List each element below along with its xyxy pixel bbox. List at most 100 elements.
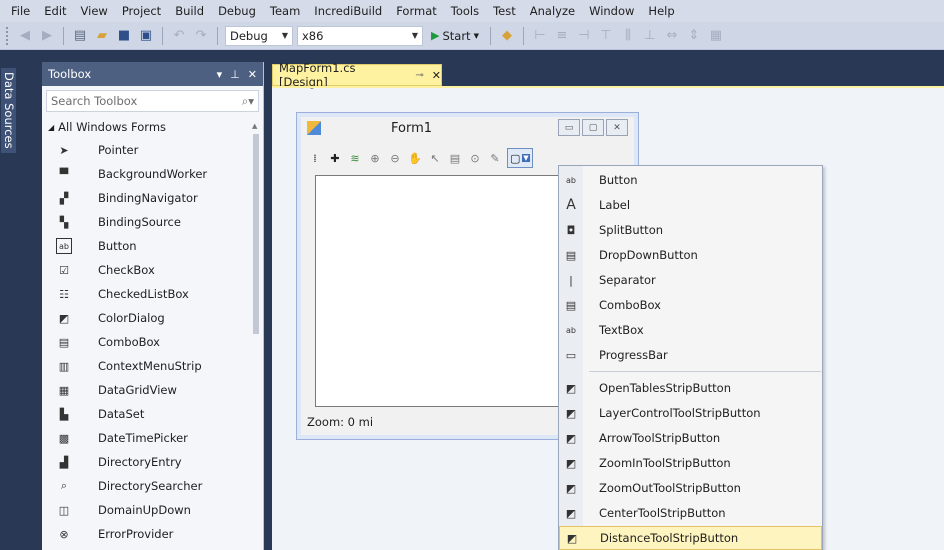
separator-icon: | (569, 273, 573, 287)
pin-icon[interactable]: ⊸ (415, 70, 423, 81)
align-bottoms-icon[interactable]: ⊥ (641, 27, 659, 45)
save-icon[interactable]: ■ (115, 27, 133, 45)
toolbox-item-directoryentry[interactable]: ▟ DirectoryEntry (42, 450, 263, 474)
toolbox-search-input[interactable]: Search Toolbox ⌕▾ (46, 90, 259, 112)
close-icon[interactable]: ✕ (248, 68, 257, 81)
toolbox-scrollbar[interactable]: ▲ (251, 122, 261, 542)
menu-view[interactable]: View (74, 0, 115, 22)
undo-icon[interactable]: ↶ (170, 27, 188, 45)
new-project-icon[interactable]: ▤ (71, 27, 89, 45)
align-lefts-icon[interactable]: ⊢ (531, 27, 549, 45)
toolbox-item-backgroundworker[interactable]: ▀ BackgroundWorker (42, 162, 263, 186)
map-control[interactable] (315, 175, 563, 407)
menu-format[interactable]: Format (389, 0, 444, 22)
zoom-in-icon[interactable]: ⊕ (367, 150, 383, 166)
dropdown-item-splitbutton[interactable]: ◘ SplitButton (559, 218, 822, 242)
dropdown-item-button[interactable]: ab Button (559, 168, 822, 192)
layer-control-icon[interactable]: ≋ (347, 150, 363, 166)
start-button[interactable]: ▶ Start ▼ (427, 29, 483, 43)
align-centers-icon[interactable]: ≡ (553, 27, 571, 45)
search-icon[interactable]: ⌕▾ (242, 94, 254, 109)
align-tops-icon[interactable]: ⊤ (597, 27, 615, 45)
dropdown-item-opentablesstripbutton[interactable]: ◩ OpenTablesStripButton (559, 376, 822, 400)
menu-tools[interactable]: Tools (444, 0, 486, 22)
toolbox-item-datagridview[interactable]: ▦ DataGridView (42, 378, 263, 402)
open-tables-icon[interactable]: ✚ (327, 150, 343, 166)
toolbox-item-bindingsource[interactable]: ▚ BindingSource (42, 210, 263, 234)
dropdown-item-centertoolstripbutton[interactable]: ◩ CenterToolStripButton (559, 501, 822, 525)
pan-icon[interactable]: ✋ (407, 150, 423, 166)
menu-build[interactable]: Build (168, 0, 211, 22)
dropdown-item-label: ZoomOutToolStripButton (599, 481, 741, 495)
dropdown-item-textbox[interactable]: ab TextBox (559, 318, 822, 342)
menu-test[interactable]: Test (486, 0, 523, 22)
dropdown-item-separator[interactable]: | Separator (559, 268, 822, 292)
save-all-icon[interactable]: ▣ (137, 27, 155, 45)
toolbox-item-contextmenustrip[interactable]: ▥ ContextMenuStrip (42, 354, 263, 378)
dropdown-item-zoomintoolstripbutton[interactable]: ◩ ZoomInToolStripButton (559, 451, 822, 475)
menu-analyze[interactable]: Analyze (523, 0, 582, 22)
add-toolstrip-item-button[interactable]: ▢ ▼ (507, 148, 533, 168)
menu-incredibuild[interactable]: IncrediBuild (307, 0, 389, 22)
center-tool-icon[interactable]: ⊙ (467, 150, 483, 166)
toolbox-item-bindingnavigator[interactable]: ▞ BindingNavigator (42, 186, 263, 210)
dropdown-item-label: Button (599, 173, 638, 187)
menu-help[interactable]: Help (641, 0, 681, 22)
dropdown-item-label[interactable]: A Label (559, 193, 822, 217)
toolstrip-grip-icon[interactable]: ⁞ (307, 150, 323, 166)
scroll-up-icon[interactable]: ▲ (252, 122, 257, 130)
window-position-icon[interactable]: ▾ (217, 68, 223, 81)
toolbar-grip[interactable] (6, 26, 10, 45)
solution-configuration-combo[interactable]: Debug ▼ (225, 25, 293, 46)
close-icon[interactable]: ✕ (606, 119, 628, 136)
ruler-tool-icon[interactable]: ✎ (487, 150, 503, 166)
toolbox-item-colordialog[interactable]: ◩ ColorDialog (42, 306, 263, 330)
dropdown-item-layercontroltoolstripbutton[interactable]: ◩ LayerControlToolStripButton (559, 401, 822, 425)
arrow-select-icon[interactable]: ↖ (427, 150, 443, 166)
dropdown-item-dropdownbutton[interactable]: ▤ DropDownButton (559, 243, 822, 267)
toolbox-item-domainupdown[interactable]: ◫ DomainUpDown (42, 498, 263, 522)
toolbox-item-directorysearcher[interactable]: ⌕ DirectorySearcher (42, 474, 263, 498)
document-tab-mapform1-design[interactable]: MapForm1.cs [Design] ⊸ ✕ (272, 61, 442, 89)
scrollbar-thumb[interactable] (253, 134, 259, 334)
maximize-icon[interactable]: ▢ (582, 119, 604, 136)
pin-icon[interactable]: ⊥ (230, 68, 240, 81)
toolbox-item-datetimepicker[interactable]: ▩ DateTimePicker (42, 426, 263, 450)
dropdown-item-progressbar[interactable]: ▭ ProgressBar (559, 343, 822, 367)
checkbox-icon: ☑ (59, 263, 69, 277)
toolbox-item-errorprovider[interactable]: ⊗ ErrorProvider (42, 522, 263, 546)
dropdown-item-distancetoolstripbutton[interactable]: ◩ DistanceToolStripButton (559, 526, 822, 550)
toolbox-item-dataset[interactable]: ▙ DataSet (42, 402, 263, 426)
redo-icon[interactable]: ↷ (192, 27, 210, 45)
make-same-width-icon[interactable]: ⇔ (663, 27, 681, 45)
menu-file[interactable]: File (4, 0, 37, 22)
info-tool-icon[interactable]: ▤ (447, 150, 463, 166)
menu-team[interactable]: Team (263, 0, 307, 22)
minimize-icon[interactable]: ▭ (558, 119, 580, 136)
zoom-out-icon[interactable]: ⊖ (387, 150, 403, 166)
menu-project[interactable]: Project (115, 0, 168, 22)
align-middles-icon[interactable]: ⫼ (619, 27, 637, 45)
menu-debug[interactable]: Debug (211, 0, 263, 22)
toolbox-item-pointer[interactable]: ➤ Pointer (42, 138, 263, 162)
close-icon[interactable]: ✕ (432, 69, 441, 82)
toolbox-item-button[interactable]: ab Button (42, 234, 263, 258)
menu-edit[interactable]: Edit (37, 0, 73, 22)
back-icon[interactable]: ◀ (16, 27, 34, 45)
dropdown-item-zoomouttoolstripbutton[interactable]: ◩ ZoomOutToolStripButton (559, 476, 822, 500)
dropdown-item-arrowtoolstripbutton[interactable]: ◩ ArrowToolStripButton (559, 426, 822, 450)
toolbox-item-checkedlistbox[interactable]: ☷ CheckedListBox (42, 282, 263, 306)
toolbox-item-combobox[interactable]: ▤ ComboBox (42, 330, 263, 354)
menu-window[interactable]: Window (582, 0, 641, 22)
align-rights-icon[interactable]: ⊣ (575, 27, 593, 45)
browser-link-icon[interactable]: ◆ (498, 27, 516, 45)
dropdown-item-combobox[interactable]: ▤ ComboBox (559, 293, 822, 317)
make-same-size-icon[interactable]: ▦ (707, 27, 725, 45)
toolbox-item-checkbox[interactable]: ☑ CheckBox (42, 258, 263, 282)
data-sources-tab[interactable]: Data Sources (1, 68, 16, 153)
forward-icon[interactable]: ▶ (38, 27, 56, 45)
toolbox-group-header[interactable]: ◢ All Windows Forms (42, 116, 263, 138)
open-folder-icon[interactable]: ▰ (93, 27, 111, 45)
solution-platform-combo[interactable]: x86 ▼ (297, 25, 423, 46)
make-same-height-icon[interactable]: ⇕ (685, 27, 703, 45)
